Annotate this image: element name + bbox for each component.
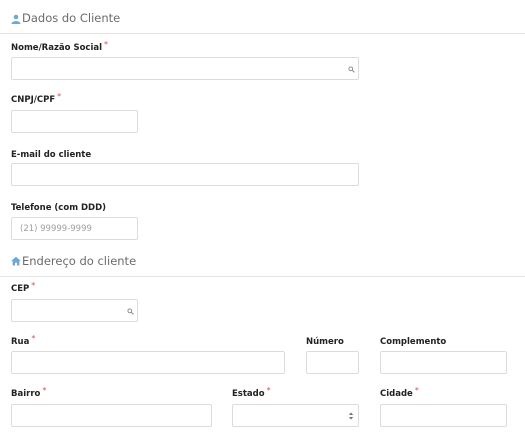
state-label-text: Estado bbox=[232, 389, 265, 399]
street-input[interactable] bbox=[11, 351, 285, 374]
city-label: Cidade * bbox=[380, 386, 419, 399]
name-label: Nome/Razão Social * bbox=[11, 40, 109, 53]
cnpj-input[interactable] bbox=[11, 110, 138, 133]
cep-label-text: CEP bbox=[11, 284, 30, 294]
number-input[interactable] bbox=[306, 351, 359, 374]
address-section-title: Endereço do cliente bbox=[22, 254, 137, 268]
select-arrows-icon[interactable] bbox=[348, 411, 354, 421]
name-label-text: Nome/Razão Social bbox=[11, 43, 103, 53]
street-label-text: Rua bbox=[11, 337, 30, 347]
home-icon bbox=[11, 256, 21, 266]
street-label: Rua * bbox=[11, 334, 36, 347]
required-mark: * bbox=[57, 92, 62, 101]
email-input[interactable] bbox=[11, 163, 359, 186]
required-mark: * bbox=[31, 281, 36, 290]
user-icon bbox=[11, 14, 21, 24]
city-label-text: Cidade bbox=[380, 389, 413, 399]
client-section-header: Dados do Cliente bbox=[0, 11, 525, 34]
number-label: Número bbox=[306, 337, 344, 347]
phone-input[interactable] bbox=[11, 217, 138, 240]
cep-label: CEP * bbox=[11, 281, 36, 294]
state-label: Estado * bbox=[232, 386, 271, 399]
required-mark: * bbox=[31, 334, 36, 343]
cnpj-label: CNPJ/CPF * bbox=[11, 92, 62, 105]
phone-label: Telefone (com DDD) bbox=[11, 203, 107, 213]
email-label: E-mail do cliente bbox=[11, 150, 92, 160]
address-section-header: Endereço do cliente bbox=[0, 254, 525, 277]
neighborhood-label: Bairro * bbox=[11, 386, 47, 399]
required-mark: * bbox=[414, 386, 419, 395]
state-select[interactable] bbox=[232, 404, 359, 427]
cep-input[interactable] bbox=[11, 299, 138, 322]
required-mark: * bbox=[42, 386, 47, 395]
name-input[interactable] bbox=[11, 57, 359, 80]
client-section-title: Dados do Cliente bbox=[22, 11, 121, 25]
neighborhood-label-text: Bairro bbox=[11, 389, 41, 399]
search-icon[interactable] bbox=[127, 308, 134, 315]
search-icon[interactable] bbox=[348, 66, 355, 73]
neighborhood-input[interactable] bbox=[11, 404, 212, 427]
city-input[interactable] bbox=[380, 404, 507, 427]
required-mark: * bbox=[266, 386, 271, 395]
required-mark: * bbox=[104, 40, 109, 49]
cnpj-label-text: CNPJ/CPF bbox=[11, 95, 56, 105]
complement-input[interactable] bbox=[380, 351, 507, 374]
complement-label: Complemento bbox=[380, 337, 447, 347]
